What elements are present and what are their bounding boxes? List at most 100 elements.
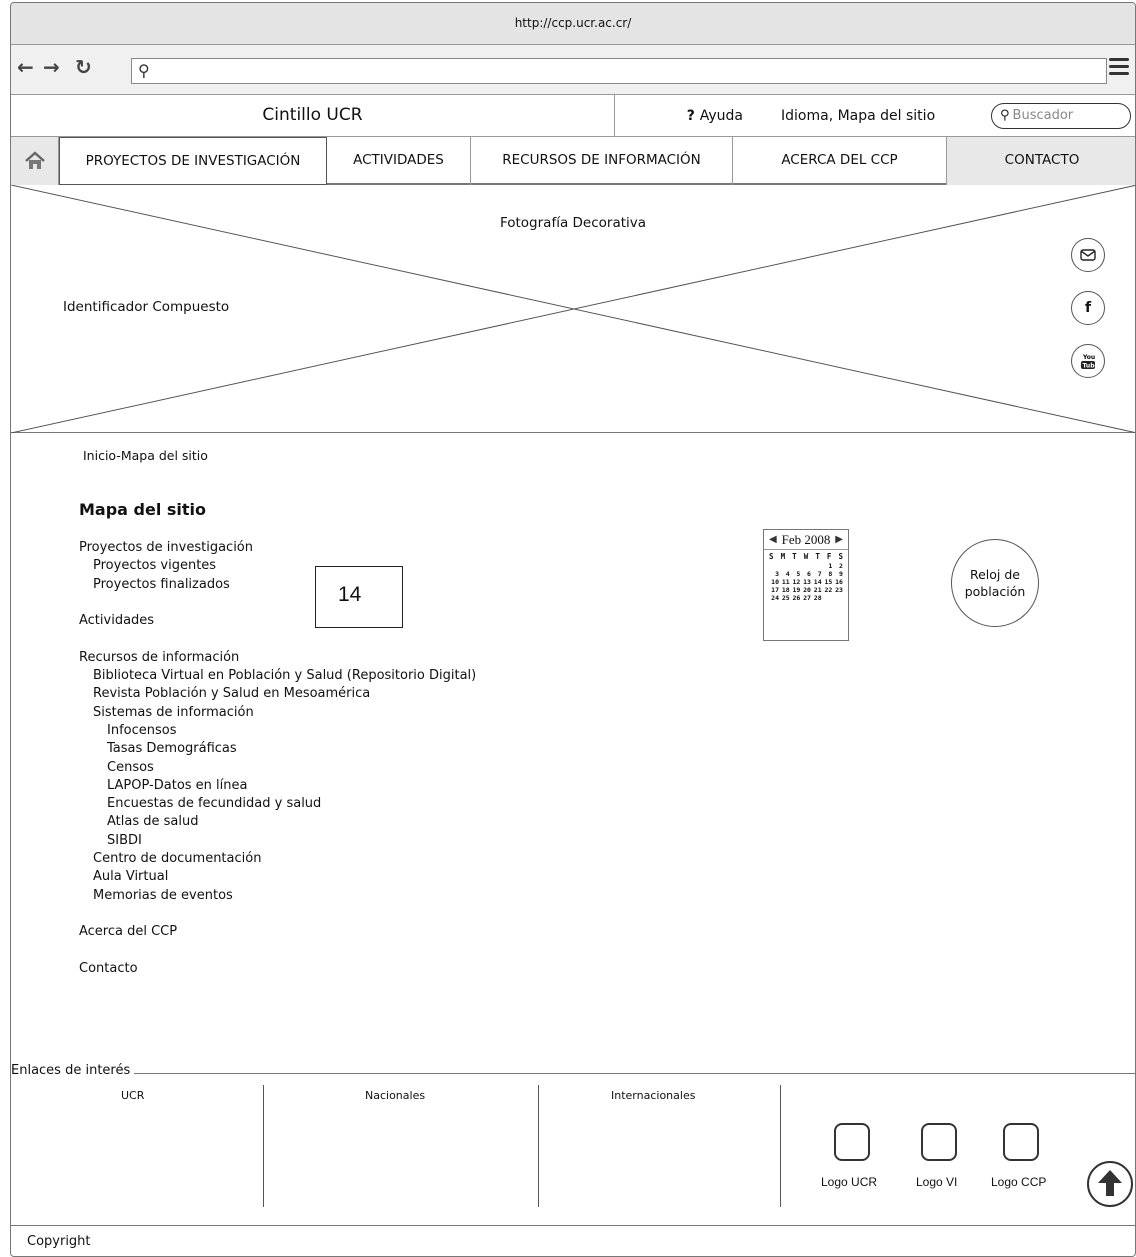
nav-actividades[interactable]: ACTIVIDADES	[327, 137, 471, 185]
sitemap-link[interactable]: Biblioteca Virtual en Población y Salud …	[79, 667, 476, 685]
calendar-week: 10 11 12 13 14 15 16	[769, 578, 843, 586]
browser-toolbar: ← → ↻ ⚲	[11, 45, 1135, 95]
calendar-day[interactable]: 11	[780, 578, 790, 586]
logo-ccp-label: Logo CCP	[991, 1175, 1047, 1189]
calendar-day[interactable]: 7	[812, 570, 822, 578]
calendar-day[interactable]: 23	[833, 586, 843, 594]
weekday-label: F	[826, 552, 832, 561]
calendar-day[interactable]: 6	[801, 570, 811, 578]
sitemap-link[interactable]: Acerca del CCP	[79, 923, 476, 941]
calendar-day[interactable]: 9	[833, 570, 843, 578]
calendar-day[interactable]: 1	[822, 562, 832, 570]
breadcrumb[interactable]: Inicio-Mapa del sitio	[83, 448, 208, 463]
sitemap-link[interactable]: Infocensos	[79, 722, 476, 740]
svg-text:Tube: Tube	[1083, 363, 1097, 370]
weekday-label: S	[838, 552, 843, 561]
nav-proyectos[interactable]: PROYECTOS DE INVESTIGACIÓN	[59, 137, 327, 185]
population-clock[interactable]: Reloj de población	[951, 539, 1039, 627]
calendar-day[interactable]: 25	[780, 594, 790, 602]
calendar-day	[833, 594, 843, 602]
calendar-day[interactable]: 16	[833, 578, 843, 586]
sitemap-link[interactable]: Revista Población y Salud en Mesoamérica	[79, 685, 476, 703]
calendar-day[interactable]: 15	[822, 578, 832, 586]
calendar-day[interactable]: 26	[790, 594, 800, 602]
calendar-day[interactable]: 14	[812, 578, 822, 586]
sitemap-link[interactable]: Aula Virtual	[79, 868, 476, 886]
youtube-icon[interactable]: You Tube	[1071, 344, 1105, 378]
next-month-icon[interactable]: ▶	[835, 530, 843, 549]
sitemap-link[interactable]: Proyectos de investigación	[79, 539, 476, 557]
calendar-day[interactable]: 22	[822, 586, 832, 594]
forward-arrow-icon[interactable]: →	[43, 55, 60, 79]
calendar-day[interactable]: 27	[801, 594, 811, 602]
sitemap-link[interactable]: Encuestas de fecundidad y salud	[79, 795, 476, 813]
calendar-day	[790, 562, 800, 570]
calendar-day	[780, 562, 790, 570]
composite-identifier: Identificador Compuesto	[63, 299, 230, 315]
sitemap-link[interactable]: Atlas de salud	[79, 813, 476, 831]
nav-recursos[interactable]: RECURSOS DE INFORMACIÓN	[471, 137, 733, 185]
calendar-day[interactable]: 20	[801, 586, 811, 594]
sitemap-link[interactable]: Tasas Demográficas	[79, 740, 476, 758]
sitemap-link[interactable]: Actividades	[79, 612, 476, 630]
calendar-day[interactable]: 21	[812, 586, 822, 594]
links-legend: Enlaces de interés	[11, 1063, 135, 1078]
scroll-top-button[interactable]	[1087, 1161, 1133, 1207]
calendar-day[interactable]: 10	[769, 578, 779, 586]
svg-text:You: You	[1082, 354, 1095, 361]
logo-ucr-image[interactable]	[834, 1123, 870, 1161]
prev-month-icon[interactable]: ◀	[769, 530, 777, 549]
calendar-week: 17 18 19 20 21 22 23	[769, 586, 843, 594]
links-divider	[11, 1073, 1135, 1074]
nav-contacto[interactable]: CONTACTO	[947, 137, 1135, 185]
facebook-icon[interactable]: f	[1071, 291, 1105, 325]
help-link[interactable]: ? Ayuda	[615, 95, 743, 137]
sitemap-link[interactable]: SIBDI	[79, 832, 476, 850]
calendar-day[interactable]: 13	[801, 578, 811, 586]
calendar-day[interactable]: 8	[822, 570, 832, 578]
sitemap-link[interactable]: Centro de documentación	[79, 850, 476, 868]
search-icon: ⚲	[138, 61, 150, 80]
calendar-weekdays: SMTWTFS	[769, 553, 843, 561]
population-clock-line1: Reloj de	[969, 567, 1020, 582]
search-input[interactable]: ⚲ Buscador	[991, 103, 1131, 129]
copyright-text: Copyright	[27, 1234, 91, 1249]
mail-icon[interactable]	[1071, 238, 1105, 272]
home-icon	[24, 151, 45, 169]
sitemap-link[interactable]: Sistemas de información	[79, 704, 476, 722]
calendar-day	[812, 562, 822, 570]
browser-window: http://ccp.ucr.ac.cr/ ← → ↻ ⚲ Cintillo U…	[10, 2, 1136, 1257]
nav-acerca[interactable]: ACERCA DEL CCP	[733, 137, 947, 185]
calendar-day[interactable]: 3	[769, 570, 779, 578]
logo-vi-label: Logo VI	[916, 1175, 958, 1189]
sitemap-link[interactable]: Memorias de eventos	[79, 887, 476, 905]
calendar-day[interactable]: 19	[790, 586, 800, 594]
calendar-day[interactable]: 4	[780, 570, 790, 578]
calendar-day[interactable]: 17	[769, 586, 779, 594]
back-arrow-icon[interactable]: ←	[17, 55, 34, 79]
sitemap-link[interactable]: Censos	[79, 759, 476, 777]
calendar-day[interactable]: 2	[833, 562, 843, 570]
sitemap-link[interactable]: Proyectos vigentes	[79, 557, 476, 575]
sitemap-link[interactable]: LAPOP-Datos en línea	[79, 777, 476, 795]
address-bar[interactable]: ⚲	[131, 58, 1107, 84]
language-sitemap-link[interactable]: Idioma, Mapa del sitio	[781, 95, 935, 137]
calendar-day[interactable]: 18	[780, 586, 790, 594]
home-button[interactable]	[11, 137, 59, 185]
logo-ccp-image[interactable]	[1003, 1123, 1039, 1161]
calendar-grid: SMTWTFS 1 2 3 4 5 6 7 8 9 10 11 12 13 14 15 16 17 18 19 20 2…	[764, 550, 848, 605]
calendar-day[interactable]: 28	[812, 594, 822, 602]
browser-menu-icon[interactable]	[1109, 58, 1129, 76]
calendar-day[interactable]: 5	[790, 570, 800, 578]
sitemap-link[interactable]: Proyectos finalizados	[79, 576, 476, 594]
magnifier-icon: ⚲	[1000, 108, 1010, 123]
weekday-label: M	[780, 552, 786, 561]
calendar-day[interactable]: 24	[769, 594, 779, 602]
page-title: Mapa del sitio	[79, 500, 207, 519]
sitemap-link[interactable]: Recursos de información	[79, 649, 476, 667]
calendar-day	[801, 562, 811, 570]
logo-vi-image[interactable]	[921, 1123, 957, 1161]
calendar-day[interactable]: 12	[790, 578, 800, 586]
reload-icon[interactable]: ↻	[75, 55, 92, 79]
sitemap-link[interactable]: Contacto	[79, 960, 476, 978]
